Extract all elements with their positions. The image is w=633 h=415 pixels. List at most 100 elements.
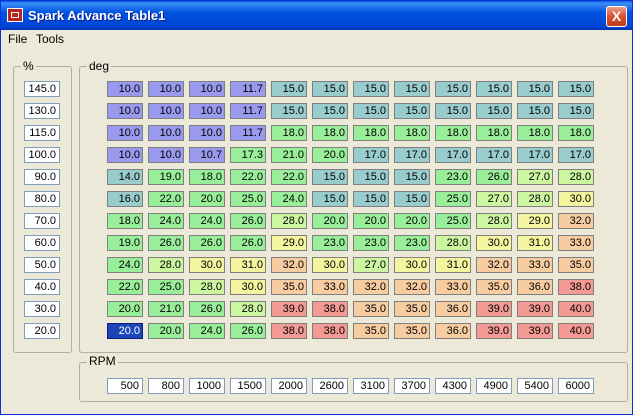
table-cell[interactable]: 11.7 xyxy=(230,81,266,97)
rpm-axis-field[interactable]: 1000 xyxy=(189,378,225,394)
table-cell[interactable]: 28.0 xyxy=(517,191,553,207)
title-bar[interactable]: Spark Advance Table1 X xyxy=(1,1,632,30)
table-cell[interactable]: 18.0 xyxy=(558,125,594,141)
table-cell[interactable]: 32.0 xyxy=(558,213,594,229)
table-cell[interactable]: 23.0 xyxy=(435,169,471,185)
table-cell[interactable]: 28.0 xyxy=(189,279,225,295)
table-cell[interactable]: 24.0 xyxy=(189,323,225,339)
table-cell[interactable]: 15.0 xyxy=(312,103,348,119)
table-cell[interactable]: 35.0 xyxy=(394,323,430,339)
table-cell[interactable]: 25.0 xyxy=(435,213,471,229)
table-cell[interactable]: 10.0 xyxy=(148,103,184,119)
table-cell[interactable]: 15.0 xyxy=(517,81,553,97)
table-cell[interactable]: 26.0 xyxy=(230,323,266,339)
table-cell[interactable]: 23.0 xyxy=(353,235,389,251)
table-cell[interactable]: 10.0 xyxy=(148,81,184,97)
table-cell[interactable]: 17.0 xyxy=(558,147,594,163)
table-cell[interactable]: 15.0 xyxy=(394,103,430,119)
table-cell[interactable]: 30.0 xyxy=(558,191,594,207)
table-cell[interactable]: 27.0 xyxy=(517,169,553,185)
table-cell[interactable]: 15.0 xyxy=(394,191,430,207)
table-cell[interactable]: 27.0 xyxy=(476,191,512,207)
table-cell[interactable]: 10.0 xyxy=(107,81,143,97)
table-cell[interactable]: 10.0 xyxy=(189,81,225,97)
table-cell[interactable]: 26.0 xyxy=(189,235,225,251)
table-cell[interactable]: 38.0 xyxy=(312,301,348,317)
table-cell[interactable]: 22.0 xyxy=(107,279,143,295)
table-cell[interactable]: 15.0 xyxy=(353,81,389,97)
table-cell[interactable]: 39.0 xyxy=(517,323,553,339)
table-cell[interactable]: 39.0 xyxy=(476,301,512,317)
table-cell[interactable]: 22.0 xyxy=(148,191,184,207)
load-axis-field[interactable]: 50.0 xyxy=(24,257,60,273)
load-axis-field[interactable]: 60.0 xyxy=(24,235,60,251)
table-cell[interactable]: 25.0 xyxy=(435,191,471,207)
table-cell[interactable]: 18.0 xyxy=(312,125,348,141)
table-cell[interactable]: 32.0 xyxy=(353,279,389,295)
table-cell[interactable]: 15.0 xyxy=(353,169,389,185)
table-cell[interactable]: 38.0 xyxy=(558,279,594,295)
table-cell[interactable]: 19.0 xyxy=(148,169,184,185)
table-cell[interactable]: 24.0 xyxy=(107,257,143,273)
table-cell[interactable]: 21.0 xyxy=(148,301,184,317)
table-cell[interactable]: 23.0 xyxy=(312,235,348,251)
table-cell[interactable]: 20.0 xyxy=(353,213,389,229)
table-cell[interactable]: 10.0 xyxy=(189,125,225,141)
table-cell[interactable]: 15.0 xyxy=(271,103,307,119)
table-cell[interactable]: 35.0 xyxy=(394,301,430,317)
table-cell[interactable]: 22.0 xyxy=(271,169,307,185)
table-cell[interactable]: 39.0 xyxy=(271,301,307,317)
load-axis-field[interactable]: 70.0 xyxy=(24,213,60,229)
table-cell[interactable]: 35.0 xyxy=(353,323,389,339)
load-axis-field[interactable]: 130.0 xyxy=(24,103,60,119)
table-cell[interactable]: 11.7 xyxy=(230,103,266,119)
table-cell[interactable]: 28.0 xyxy=(558,169,594,185)
app-icon[interactable] xyxy=(7,8,23,22)
table-cell[interactable]: 28.0 xyxy=(476,213,512,229)
table-cell[interactable]: 10.0 xyxy=(107,147,143,163)
load-axis-field[interactable]: 30.0 xyxy=(24,301,60,317)
table-cell[interactable]: 20.0 xyxy=(394,213,430,229)
rpm-axis-field[interactable]: 800 xyxy=(148,378,184,394)
table-cell[interactable]: 15.0 xyxy=(476,103,512,119)
table-cell[interactable]: 15.0 xyxy=(435,103,471,119)
table-cell[interactable]: 22.0 xyxy=(230,169,266,185)
rpm-axis-field[interactable]: 4300 xyxy=(435,378,471,394)
table-cell[interactable]: 29.0 xyxy=(517,213,553,229)
table-cell[interactable]: 18.0 xyxy=(517,125,553,141)
table-cell[interactable]: 32.0 xyxy=(476,257,512,273)
table-cell[interactable]: 32.0 xyxy=(394,279,430,295)
table-cell[interactable]: 20.0 xyxy=(312,213,348,229)
close-button[interactable]: X xyxy=(606,6,627,27)
table-cell[interactable]: 35.0 xyxy=(353,301,389,317)
table-cell[interactable]: 10.7 xyxy=(189,147,225,163)
table-cell[interactable]: 31.0 xyxy=(230,257,266,273)
table-cell[interactable]: 36.0 xyxy=(435,323,471,339)
load-axis-field[interactable]: 115.0 xyxy=(24,125,60,141)
table-cell[interactable]: 35.0 xyxy=(271,279,307,295)
table-cell[interactable]: 15.0 xyxy=(517,103,553,119)
table-cell[interactable]: 26.0 xyxy=(148,235,184,251)
table-cell[interactable]: 24.0 xyxy=(148,213,184,229)
table-cell[interactable]: 26.0 xyxy=(476,169,512,185)
table-cell[interactable]: 31.0 xyxy=(435,257,471,273)
table-cell[interactable]: 30.0 xyxy=(230,279,266,295)
table-cell[interactable]: 18.0 xyxy=(353,125,389,141)
load-axis-field[interactable]: 100.0 xyxy=(24,147,60,163)
table-cell[interactable]: 35.0 xyxy=(476,279,512,295)
table-cell[interactable]: 28.0 xyxy=(230,301,266,317)
table-cell[interactable]: 10.0 xyxy=(148,125,184,141)
table-cell[interactable]: 15.0 xyxy=(312,81,348,97)
table-cell[interactable]: 15.0 xyxy=(312,169,348,185)
table-cell[interactable]: 17.3 xyxy=(230,147,266,163)
rpm-axis-field[interactable]: 2600 xyxy=(312,378,348,394)
menu-file[interactable]: File xyxy=(8,32,27,46)
table-cell[interactable]: 17.0 xyxy=(435,147,471,163)
table-cell[interactable]: 33.0 xyxy=(558,235,594,251)
table-cell[interactable]: 11.7 xyxy=(230,125,266,141)
table-cell[interactable]: 33.0 xyxy=(312,279,348,295)
table-cell[interactable]: 17.0 xyxy=(394,147,430,163)
table-cell[interactable]: 31.0 xyxy=(517,235,553,251)
table-cell[interactable]: 38.0 xyxy=(271,323,307,339)
load-axis-field[interactable]: 145.0 xyxy=(24,81,60,97)
